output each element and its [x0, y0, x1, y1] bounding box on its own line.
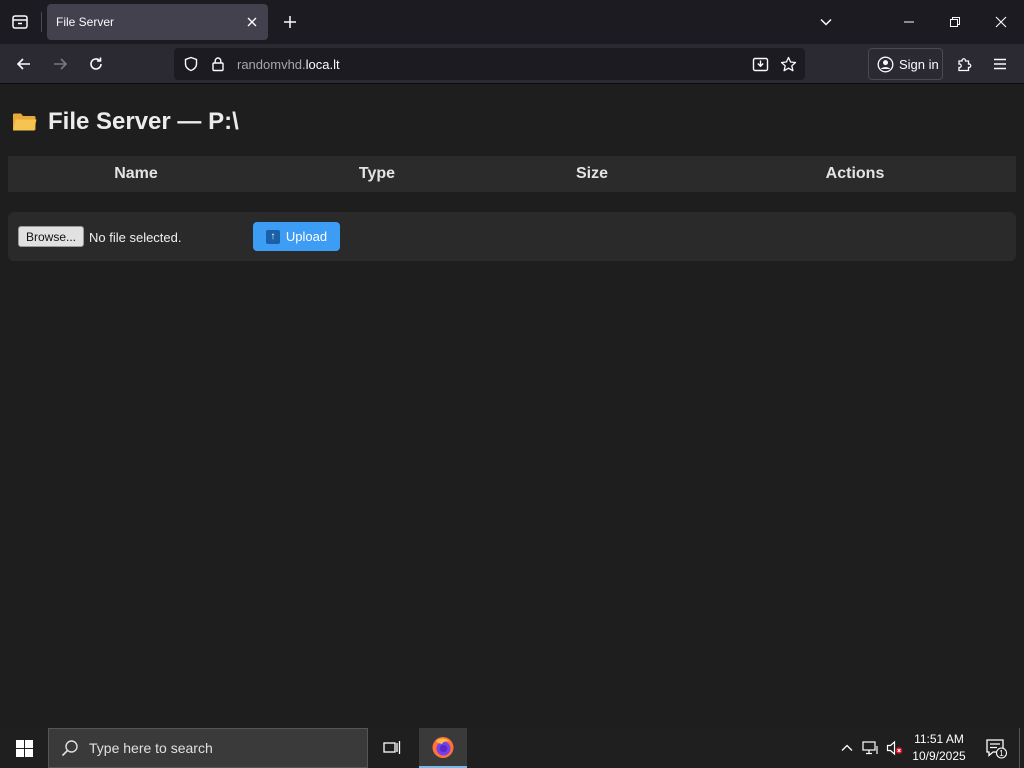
sign-in-label: Sign in: [899, 56, 939, 72]
hamburger-menu-icon: [994, 58, 1006, 70]
new-tab-button[interactable]: [274, 6, 306, 38]
chevron-down-icon: [820, 18, 832, 26]
tab-file-server[interactable]: File Server: [47, 4, 268, 40]
download-tray-icon: [752, 57, 768, 71]
column-header-size[interactable]: Size: [576, 165, 608, 183]
puzzle-icon: [957, 57, 971, 71]
close-icon: [995, 16, 1007, 28]
site-info-icon[interactable]: [208, 54, 228, 74]
browse-button[interactable]: Browse...: [18, 226, 84, 247]
app-menu-button[interactable]: [984, 48, 1016, 80]
back-arrow-icon: [16, 58, 30, 70]
minimize-icon: [904, 21, 914, 23]
restore-icon: [950, 17, 960, 27]
tracking-protection-icon[interactable]: [181, 54, 201, 74]
network-tray-button[interactable]: [861, 738, 881, 758]
plus-icon: [284, 16, 296, 28]
taskbar-firefox[interactable]: [419, 728, 467, 768]
notification-icon: 1: [986, 739, 1007, 759]
volume-muted-icon: [886, 740, 903, 756]
upload-form: Browse... No file selected. ↑ Upload: [8, 212, 1016, 261]
tab-list-button[interactable]: [4, 6, 36, 38]
action-center-button[interactable]: 1: [978, 728, 1014, 768]
chevron-up-icon: [841, 744, 853, 751]
close-icon: [247, 17, 257, 27]
column-header-type[interactable]: Type: [359, 165, 395, 183]
url-bar[interactable]: randomvhd.loca.lt: [174, 48, 805, 80]
windows-taskbar: Type here to search 11:51 AM 10/9/2025 1: [0, 728, 1024, 768]
account-icon: [877, 56, 894, 72]
network-icon: [862, 741, 878, 755]
upload-arrow-icon: ↑: [265, 229, 280, 244]
url-host: loca.lt: [305, 57, 340, 72]
page-content: File Server — P:\ Name Type Size Actions…: [0, 84, 1024, 728]
navigation-toolbar: randomvhd.loca.lt Sign in: [0, 44, 1024, 84]
forward-button[interactable]: [44, 48, 76, 80]
page-title: File Server — P:\: [48, 108, 239, 135]
restore-button[interactable]: [932, 0, 978, 44]
folder-icon: [13, 113, 37, 131]
system-clock[interactable]: 11:51 AM 10/9/2025: [905, 731, 973, 765]
column-header-actions: Actions: [825, 165, 885, 182]
url-text: randomvhd.loca.lt: [237, 57, 340, 72]
url-prefix: randomvhd.: [237, 57, 306, 72]
install-page-button[interactable]: [750, 54, 770, 74]
reload-button[interactable]: [80, 48, 112, 80]
bookmark-button[interactable]: [778, 54, 798, 74]
extensions-button[interactable]: [948, 48, 980, 80]
list-all-tabs-icon: [12, 15, 28, 29]
clock-time: 11:51 AM: [914, 732, 964, 746]
file-status-text: No file selected.: [89, 230, 182, 245]
tab-strip: File Server: [0, 0, 1024, 44]
sign-in-button[interactable]: Sign in: [868, 48, 943, 80]
taskbar-search-box[interactable]: Type here to search: [48, 728, 368, 768]
files-table-header: Name Type Size Actions: [8, 156, 1016, 192]
list-tabs-dropdown[interactable]: [810, 6, 842, 38]
notification-count: 1: [999, 749, 1004, 758]
back-button[interactable]: [8, 48, 40, 80]
volume-tray-button[interactable]: [885, 738, 905, 758]
clock-date: 10/9/2025: [912, 749, 966, 763]
column-header-name[interactable]: Name: [114, 165, 158, 183]
upload-button[interactable]: ↑ Upload: [253, 222, 340, 251]
task-view-icon: [383, 741, 401, 754]
upload-label: Upload: [285, 229, 328, 244]
forward-arrow-icon: [54, 58, 68, 70]
shield-icon: [184, 56, 198, 72]
lock-icon: [212, 57, 224, 72]
tab-close-button[interactable]: [242, 12, 262, 32]
search-icon: [61, 740, 78, 757]
show-hidden-icons-button[interactable]: [837, 738, 857, 758]
task-view-button[interactable]: [372, 728, 412, 768]
minimize-button[interactable]: [886, 0, 932, 44]
close-window-button[interactable]: [978, 0, 1024, 44]
page-heading: File Server — P:\: [12, 108, 239, 136]
windows-logo-icon: [15, 739, 33, 757]
tab-title: File Server: [56, 15, 115, 29]
search-placeholder: Type here to search: [89, 740, 213, 756]
firefox-icon: [432, 737, 454, 758]
star-icon: [780, 56, 796, 71]
reload-icon: [90, 57, 102, 70]
tab-separator: [41, 12, 42, 32]
start-button[interactable]: [0, 728, 48, 768]
show-desktop-button[interactable]: [1019, 728, 1020, 768]
